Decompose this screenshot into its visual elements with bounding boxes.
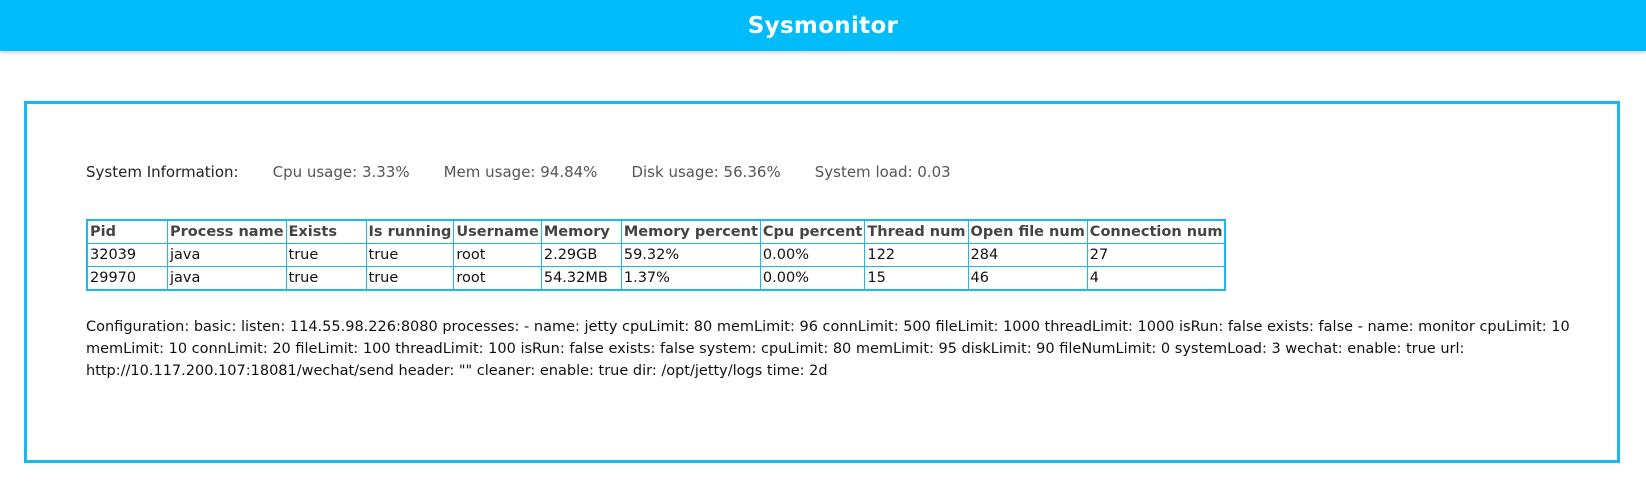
table-row: 32039 java true true root 2.29GB 59.32% … [86,243,1226,267]
cell-exists: true [285,266,367,291]
cell-pid: 32039 [86,243,168,267]
cell-pid: 29970 [86,266,168,291]
cpu-usage: Cpu usage: 3.33% [272,163,410,181]
col-header-exists: Exists [285,219,367,244]
col-header-username: Username [453,219,542,244]
cell-memory: 54.32MB [540,266,622,291]
cell-process-name: java [167,266,287,291]
col-header-pid: Pid [86,219,168,244]
cell-username: root [453,266,542,291]
system-load: System load: 0.03 [814,163,951,181]
table-row: 29970 java true true root 54.32MB 1.37% … [86,266,1226,291]
cell-memory-percent: 1.37% [620,266,761,291]
cell-memory: 2.29GB [540,243,622,267]
app-header: Sysmonitor [0,0,1646,51]
cell-exists: true [285,243,367,267]
col-header-open-file-num: Open file num [967,219,1088,244]
cell-cpu-percent: 0.00% [759,266,866,291]
cell-open-file-num: 284 [967,243,1088,267]
system-info-bar: System Information: Cpu usage: 3.33% Mem… [86,163,985,181]
cell-cpu-percent: 0.00% [759,243,866,267]
cell-is-running: true [365,243,455,267]
process-table: Pid Process name Exists Is running Usern… [86,219,1227,291]
col-header-thread-num: Thread num [864,219,969,244]
system-info-label: System Information: [86,163,239,181]
col-header-memory-percent: Memory percent [620,219,761,244]
cell-process-name: java [167,243,287,267]
cell-thread-num: 15 [864,266,969,291]
col-header-is-running: Is running [365,219,455,244]
table-header-row: Pid Process name Exists Is running Usern… [86,219,1226,244]
disk-usage: Disk usage: 56.36% [631,163,781,181]
cell-username: root [453,243,542,267]
cell-connection-num: 4 [1086,266,1226,291]
cell-open-file-num: 46 [967,266,1088,291]
col-header-process-name: Process name [167,219,287,244]
col-header-connection-num: Connection num [1086,219,1226,244]
cell-connection-num: 27 [1086,243,1226,267]
configuration-text: Configuration: basic: listen: 114.55.98.… [86,319,1570,379]
app-title: Sysmonitor [747,12,899,39]
mem-usage: Mem usage: 94.84% [443,163,598,181]
col-header-cpu-percent: Cpu percent [759,219,866,244]
cell-thread-num: 122 [864,243,969,267]
cell-is-running: true [365,266,455,291]
cell-memory-percent: 59.32% [620,243,761,267]
col-header-memory: Memory [540,219,622,244]
